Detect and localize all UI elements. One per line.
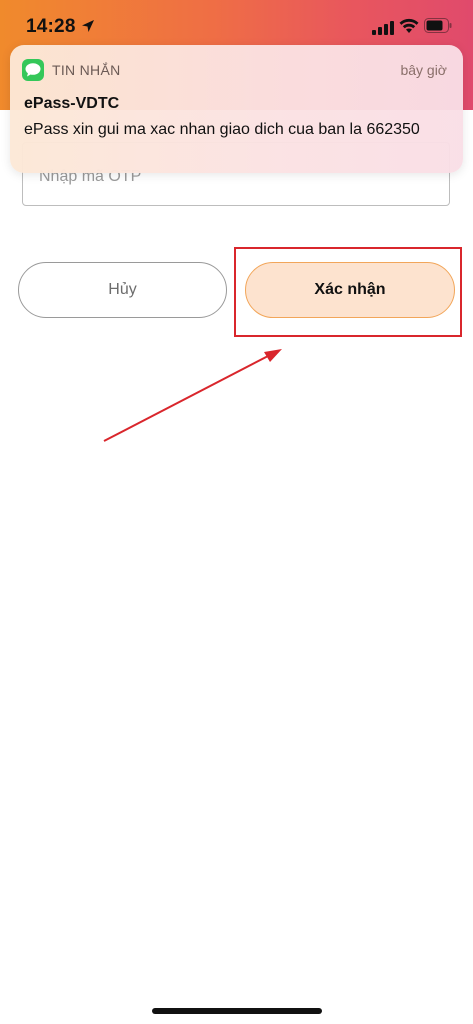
status-bar: 14:28	[0, 0, 473, 50]
status-time: 14:28	[26, 16, 76, 37]
notification-app-name: TIN NHẮN	[52, 62, 121, 78]
battery-icon	[424, 18, 452, 33]
wifi-icon	[399, 18, 419, 33]
notification-message: ePass xin gui ma xac nhan giao dich cua …	[24, 121, 420, 138]
notification-time: bây giờ	[400, 62, 447, 78]
messages-icon	[22, 59, 44, 81]
sms-notification-banner[interactable]: TIN NHẮN bây giờ ePass-VDTC ePass xin gu…	[10, 45, 463, 173]
notification-sender: ePass-VDTC	[24, 95, 120, 112]
cancel-button[interactable]: Hủy	[18, 262, 227, 318]
cellular-signal-icon	[372, 21, 394, 35]
home-indicator[interactable]	[152, 1008, 322, 1014]
location-arrow-icon	[82, 20, 94, 32]
confirm-button[interactable]: Xác nhận	[245, 262, 455, 318]
